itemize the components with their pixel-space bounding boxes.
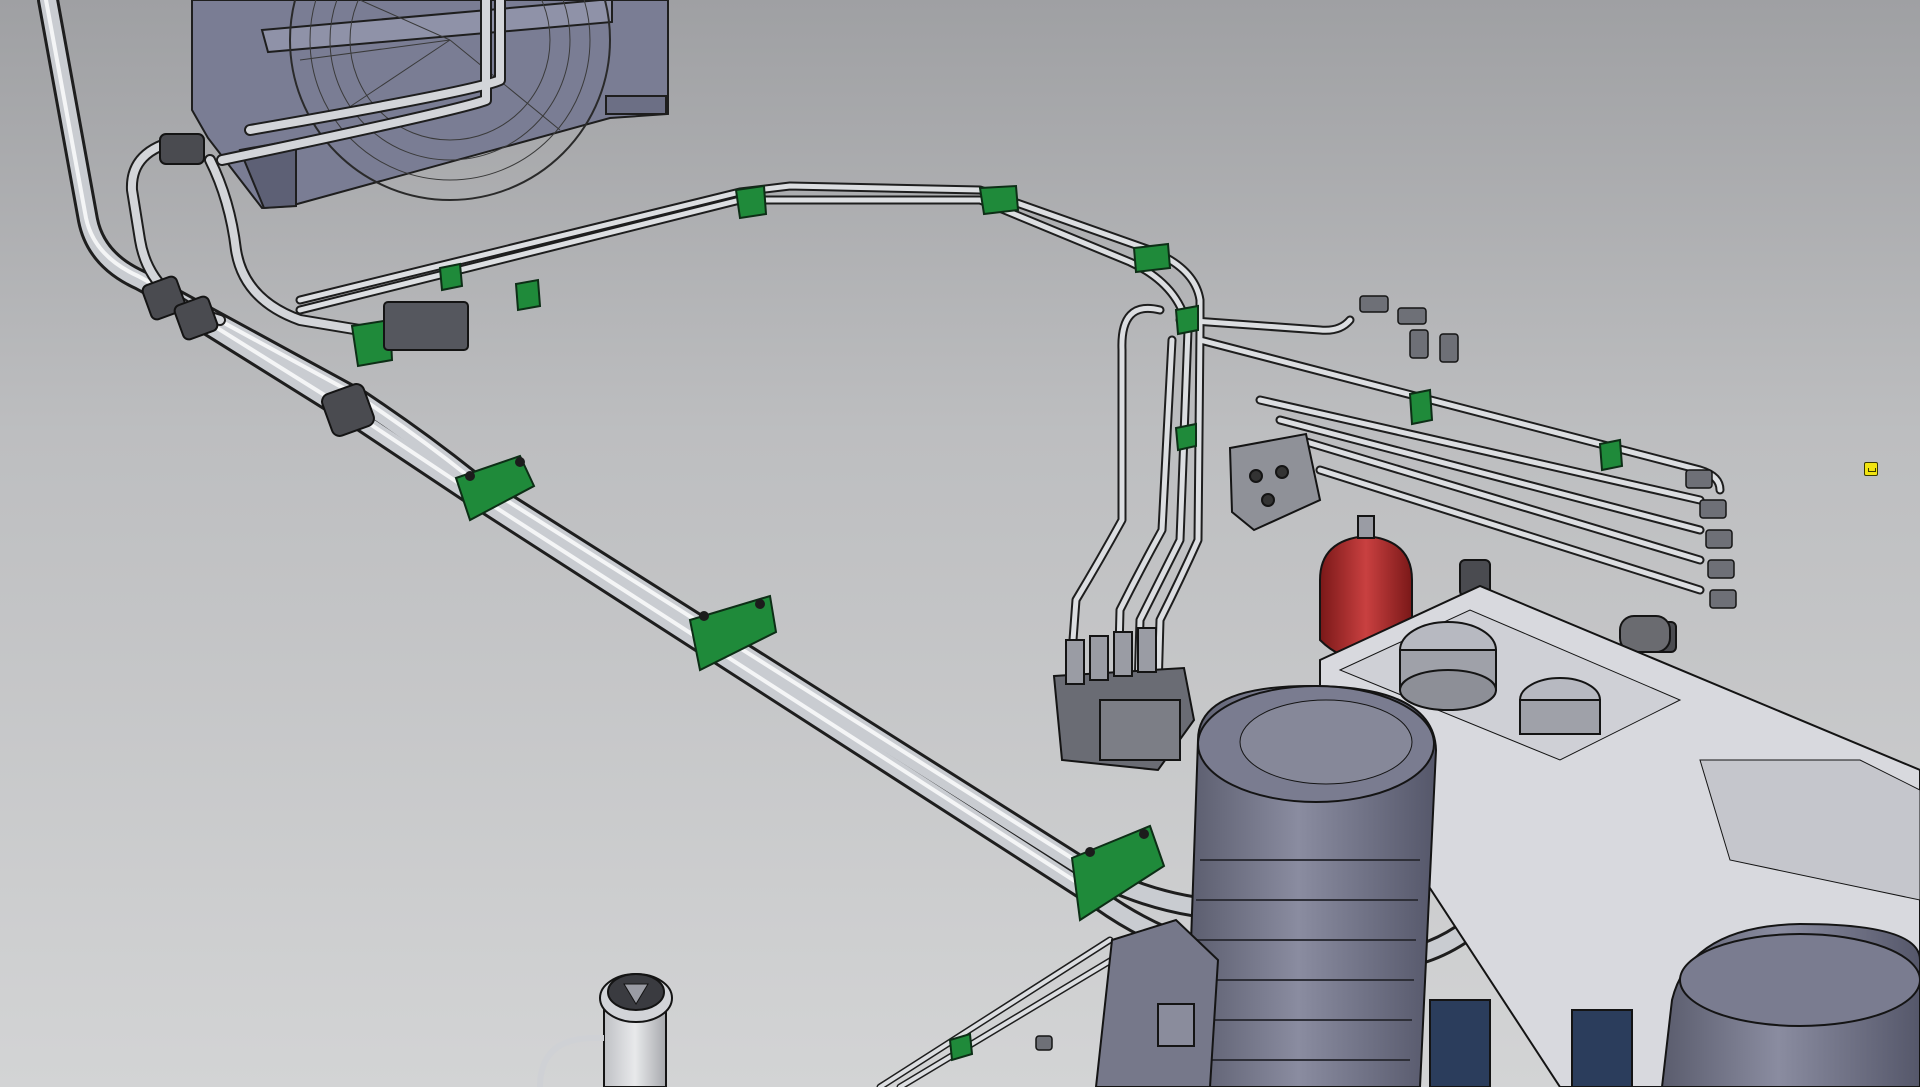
manifold-block[interactable] [1228,432,1322,532]
hydraulic-assembly-scene[interactable] [0,0,1920,1087]
cad-viewport[interactable] [0,0,1920,1087]
tank-breather[interactable] [537,973,673,1087]
selection-marker-icon[interactable] [1864,462,1878,476]
oil-cooler-fan[interactable] [191,0,669,210]
directional-valve-bank[interactable] [1052,627,1196,772]
